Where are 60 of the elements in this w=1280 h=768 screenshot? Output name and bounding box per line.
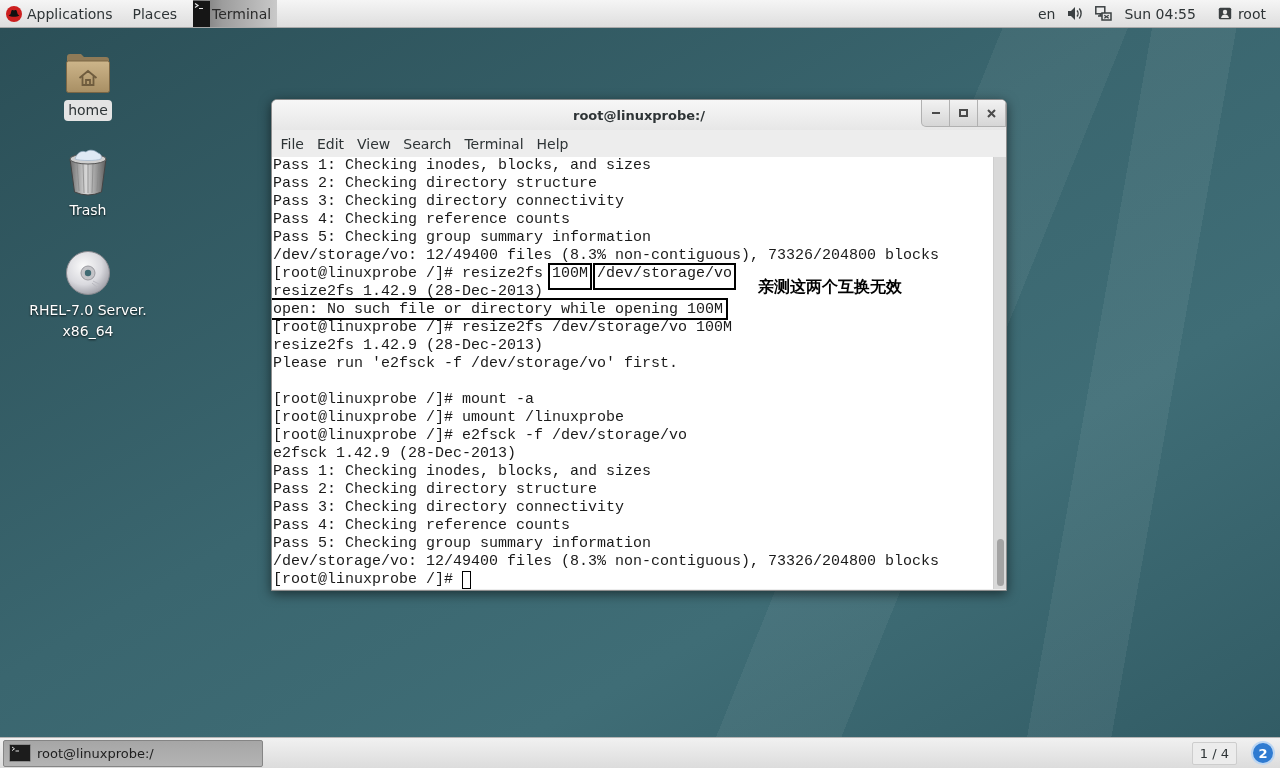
close-button[interactable] (977, 100, 1006, 127)
volume-icon[interactable] (1067, 6, 1084, 21)
close-icon (987, 108, 996, 118)
maximize-icon (959, 109, 968, 117)
terminal-line: Pass 4: Checking reference counts (273, 211, 571, 228)
menu-item[interactable]: Terminal (457, 131, 531, 156)
terminal-text: [root@linuxprobe /]# resize2fs (273, 265, 544, 282)
terminal-line: /dev/storage/vo: 12/49400 files (8.3% non-contiguous), 73326/204800 blocks (273, 247, 940, 264)
terminal-line: Pass 2: Checking directory structure (273, 481, 598, 498)
terminal-line: Pass 2: Checking directory structure (273, 175, 598, 192)
hat-logo-icon (6, 5, 22, 22)
icon-label[interactable]: home (64, 100, 112, 121)
icon-label[interactable]: Trash (65, 200, 111, 221)
terminal-line: [root@linuxprobe /]# resize2fs /dev/storage/vo 100M (273, 319, 733, 336)
boxed-text: /dev/storage/vo (593, 263, 737, 290)
home-folder-icon[interactable] (66, 53, 110, 93)
menu-item[interactable]: Edit (310, 131, 351, 156)
terminal-line: Pass 1: Checking inodes, blocks, and sizes (273, 463, 652, 480)
terminal-line: /dev/storage/vo: 12/49400 files (8.3% non-contiguous), 73326/204800 blocks (273, 553, 940, 570)
network-icon[interactable] (1095, 5, 1113, 22)
workspace-indicator[interactable]: 1 / 4 (1191, 741, 1237, 765)
top-bar-menu[interactable]: Places (122, 0, 188, 27)
terminal-line: Pass 5: Checking group summary information (273, 535, 652, 552)
user-menu[interactable]: root (1217, 5, 1266, 22)
minimize-icon (931, 112, 940, 114)
top-bar-menu[interactable]: Applications (0, 0, 123, 27)
scrollbar-thumb[interactable] (996, 539, 1004, 586)
terminal-line: [root@linuxprobe /]# (273, 571, 454, 588)
taskbar-window-button[interactable]: root@linuxprobe:/ (3, 739, 263, 767)
terminal-line: e2fsck 1.42.9 (28-Dec-2013) (273, 445, 517, 462)
app-menu[interactable]: Terminal (193, 0, 278, 27)
menu-item[interactable]: Help (530, 131, 575, 156)
terminal-line: [root@linuxprobe /]# umount /linuxprobe (273, 409, 625, 426)
input-source-indicator[interactable]: en (1038, 5, 1056, 22)
terminal-line: Pass 3: Checking directory connectivity (273, 499, 625, 516)
boxed-text: 100M (548, 263, 593, 290)
terminal-icon (193, 0, 211, 27)
terminal-line: resize2fs 1.42.9 (28-Dec-2013) (273, 283, 544, 300)
icon-label[interactable]: RHEL-7.0 Server. x86_64 (25, 300, 151, 342)
user-icon (1217, 7, 1232, 20)
terminal-line: Please run 'e2fsck -f /dev/storage/vo' first. (273, 355, 679, 372)
terminal-line: Pass 5: Checking group summary information (273, 229, 652, 246)
scrollbar[interactable] (993, 157, 1006, 589)
terminal-line: resize2fs 1.42.9 (28-Dec-2013) (273, 337, 544, 354)
terminal-icon (9, 744, 31, 762)
trash-icon[interactable] (68, 149, 108, 197)
annotation-note: 亲测这两个互换无效 (758, 277, 902, 297)
terminal-line: [root@linuxprobe /]# mount -a (273, 391, 535, 408)
window-title: root@linuxprobe:/ (573, 107, 705, 123)
terminal-line: Pass 4: Checking reference counts (273, 517, 571, 534)
menu-item[interactable]: View (350, 131, 397, 156)
clock[interactable]: Sun 04:55 (1124, 5, 1196, 22)
menu-item[interactable]: File (274, 131, 311, 156)
disc-icon[interactable] (66, 251, 110, 295)
menu-item[interactable]: Search (396, 131, 458, 156)
terminal-line: Pass 3: Checking directory connectivity (273, 193, 625, 210)
terminal-line: [root@linuxprobe /]# e2fsck -f /dev/storage/vo (273, 427, 688, 444)
terminal-line: Pass 1: Checking inodes, blocks, and sizes (273, 157, 652, 174)
notification-counter[interactable]: 2 (1251, 741, 1275, 765)
maximize-button[interactable] (949, 100, 978, 127)
